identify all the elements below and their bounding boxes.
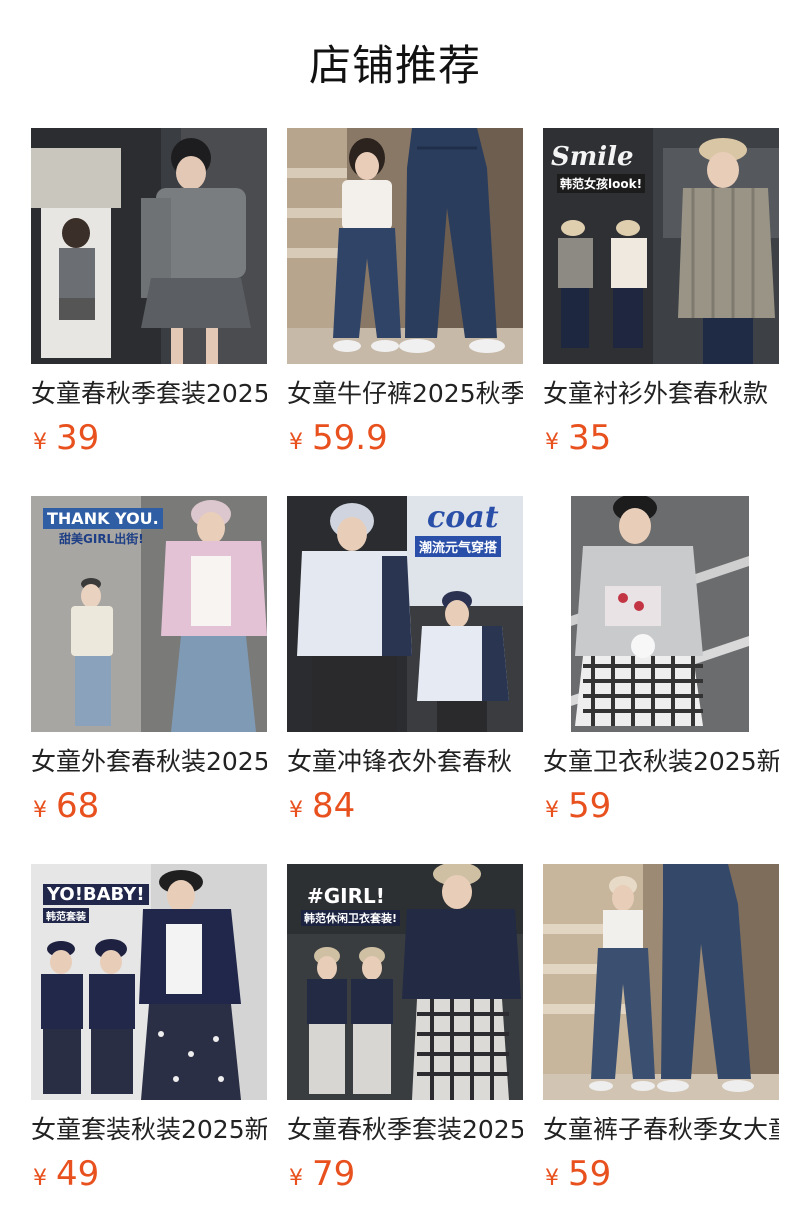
currency-symbol: ¥	[545, 1166, 559, 1191]
product-photo-icon	[543, 864, 779, 1100]
overlay-text: coat	[427, 500, 499, 535]
product-card[interactable]: YO!BABY! 韩范套装 女童套装秋装2025新 ¥ 49	[31, 864, 267, 1232]
product-image[interactable]	[543, 496, 779, 732]
product-title[interactable]: 女童牛仔裤2025秋季	[287, 376, 523, 412]
product-image[interactable]	[287, 128, 523, 364]
product-card[interactable]: 女童春秋季套装2025 ¥ 39	[31, 128, 267, 496]
product-price: 35	[568, 418, 612, 458]
product-title[interactable]: 女童套装秋装2025新	[31, 1112, 267, 1148]
product-image[interactable]: #GIRL! 韩范休闲卫衣套装!	[287, 864, 523, 1100]
price-row: ¥ 39	[31, 417, 267, 459]
page-title: 店铺推荐	[308, 41, 481, 90]
price-row: ¥ 59.9	[287, 417, 523, 459]
product-price: 49	[56, 1154, 100, 1194]
overlay-text: #GIRL!	[307, 884, 385, 908]
price-row: ¥ 49	[31, 1153, 267, 1195]
product-card[interactable]: #GIRL! 韩范休闲卫衣套装! 女童春秋季套装2025 ¥ 79	[287, 864, 523, 1232]
overlay-text: Smile	[551, 142, 634, 172]
price-row: ¥ 59	[543, 785, 779, 827]
product-image[interactable]: coat 潮流元气穿搭	[287, 496, 523, 732]
product-card[interactable]: coat 潮流元气穿搭 女童冲锋衣外套春秋 ¥ 84	[287, 496, 523, 864]
product-image[interactable]: THANK YOU. 甜美GIRL出街!	[31, 496, 267, 732]
overlay-text: 韩范套装	[43, 908, 89, 923]
product-title[interactable]: 女童卫衣秋装2025新	[543, 744, 779, 780]
currency-symbol: ¥	[33, 798, 47, 823]
price-row: ¥ 79	[287, 1153, 523, 1195]
product-price: 79	[312, 1154, 356, 1194]
price-row: ¥ 68	[31, 785, 267, 827]
product-grid: 女童春秋季套装2025 ¥ 39 女童牛仔裤2025秋季 ¥ 59.9 Smil…	[31, 128, 779, 1232]
overlay-text: YO!BABY!	[43, 884, 149, 905]
product-price: 59	[568, 786, 612, 826]
overlay-text: 甜美GIRL出街!	[59, 532, 144, 546]
product-price: 84	[312, 786, 356, 826]
overlay-text: 潮流元气穿搭	[415, 536, 502, 557]
product-image[interactable]	[31, 128, 267, 364]
product-image[interactable]: Smile 韩范女孩look!	[543, 128, 779, 364]
product-title[interactable]: 女童裤子春秋季女大童	[543, 1112, 779, 1148]
overlay-text: 韩范女孩look!	[557, 174, 646, 193]
product-price: 59.9	[312, 418, 388, 458]
price-row: ¥ 35	[543, 417, 779, 459]
currency-symbol: ¥	[289, 430, 303, 455]
product-card[interactable]: 女童卫衣秋装2025新 ¥ 59	[543, 496, 779, 864]
product-photo-icon	[543, 496, 779, 732]
product-card[interactable]: 女童牛仔裤2025秋季 ¥ 59.9	[287, 128, 523, 496]
product-price: 59	[568, 1154, 612, 1194]
currency-symbol: ¥	[289, 1166, 303, 1191]
store-recommendations-page: 店铺推荐 女童春秋季套装2025 ¥ 39 女童牛仔裤2025秋季 ¥ 59.9…	[0, 0, 790, 1232]
overlay-text: 韩范休闲卫衣套装!	[301, 910, 401, 926]
product-photo-icon	[31, 128, 267, 364]
currency-symbol: ¥	[289, 798, 303, 823]
currency-symbol: ¥	[33, 430, 47, 455]
currency-symbol: ¥	[545, 798, 559, 823]
currency-symbol: ¥	[33, 1166, 47, 1191]
product-image[interactable]: YO!BABY! 韩范套装	[31, 864, 267, 1100]
overlay-text: THANK YOU.	[43, 508, 163, 529]
product-title[interactable]: 女童冲锋衣外套春秋	[287, 744, 523, 780]
product-title[interactable]: 女童春秋季套装2025	[31, 376, 267, 412]
product-card[interactable]: THANK YOU. 甜美GIRL出街! 女童外套春秋装2025 ¥ 68	[31, 496, 267, 864]
currency-symbol: ¥	[545, 430, 559, 455]
product-price: 39	[56, 418, 100, 458]
product-title[interactable]: 女童春秋季套装2025	[287, 1112, 523, 1148]
product-photo-icon	[287, 128, 523, 364]
product-title[interactable]: 女童外套春秋装2025	[31, 744, 267, 780]
product-image[interactable]	[543, 864, 779, 1100]
product-title[interactable]: 女童衬衫外套春秋款	[543, 376, 779, 412]
product-card[interactable]: 女童裤子春秋季女大童 ¥ 59	[543, 864, 779, 1232]
product-card[interactable]: Smile 韩范女孩look! 女童衬衫外套春秋款 ¥ 35	[543, 128, 779, 496]
price-row: ¥ 84	[287, 785, 523, 827]
price-row: ¥ 59	[543, 1153, 779, 1195]
product-price: 68	[56, 786, 100, 826]
